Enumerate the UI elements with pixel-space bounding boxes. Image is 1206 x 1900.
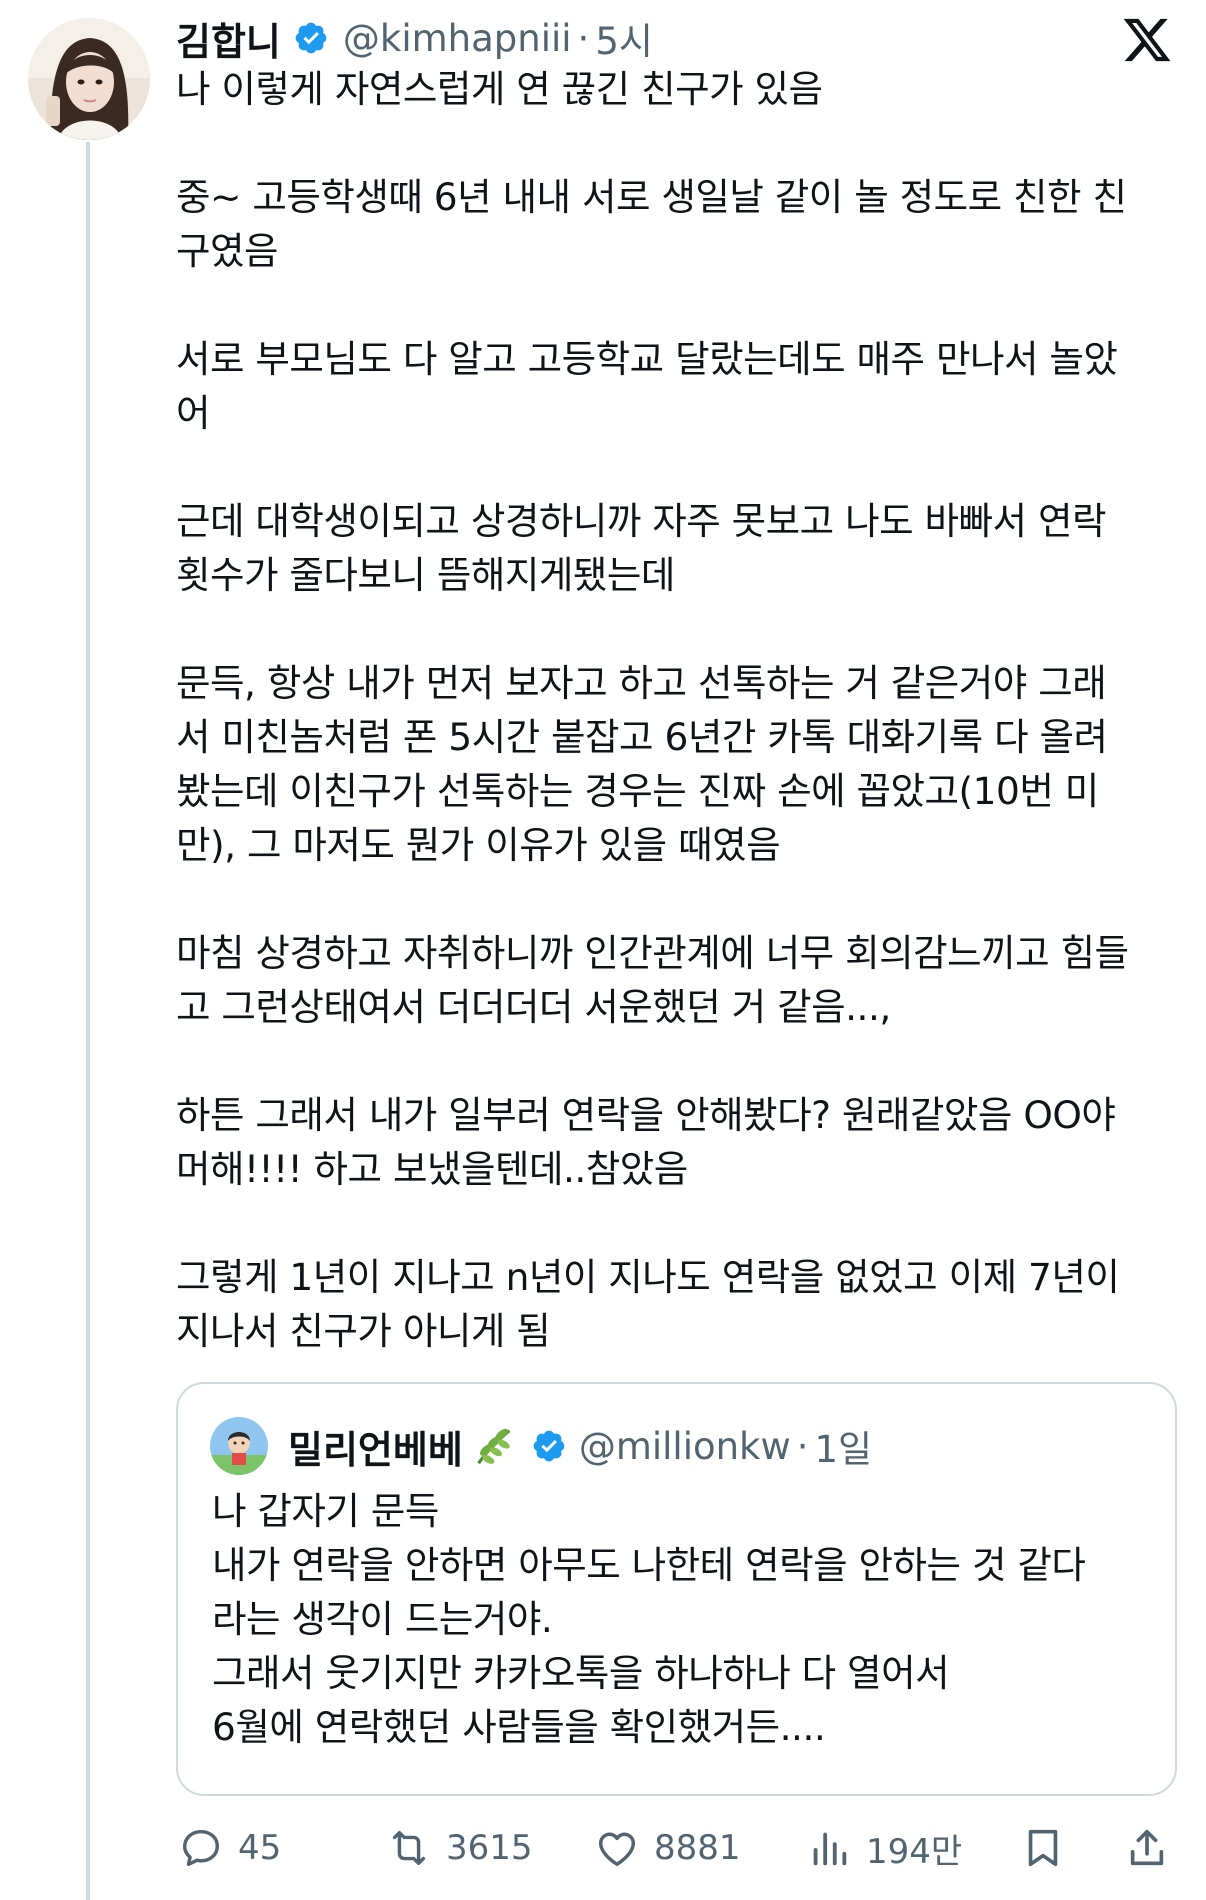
leaf-icon: [477, 1428, 511, 1465]
like-count: 8881: [654, 1828, 741, 1868]
bookmark-icon: [1028, 1829, 1058, 1867]
views-button[interactable]: 194만: [806, 1820, 962, 1876]
bookmark-button[interactable]: [1020, 1820, 1066, 1876]
tweet-paragraph: 하튼 그래서 내가 일부러 연락을 안해봤다? 원래같았음 OO야 머해!!!!…: [176, 1093, 1116, 1191]
verified-badge-icon: [295, 22, 327, 54]
author-handle[interactable]: @kimhapniii: [343, 17, 572, 60]
tweet-paragraph: 그렇게 1년이 지나고 n년이 지나도 연락을 없었고 이제 7년이 지나서 친…: [176, 1255, 1120, 1353]
repost-button[interactable]: 3615: [386, 1820, 533, 1876]
reply-icon: [182, 1829, 220, 1867]
action-bar: 45 3615 8881 194만: [170, 1820, 1180, 1876]
share-icon: [1130, 1829, 1164, 1866]
views-count: 194만: [866, 1831, 963, 1872]
separator-dot: ·: [796, 1424, 809, 1468]
quoted-tweet-header: 밀리언베베 @millionkw · 1일: [210, 1416, 872, 1476]
thread-line: [86, 142, 90, 1900]
reply-button[interactable]: 45: [178, 1820, 281, 1876]
tweet-time[interactable]: 5시: [595, 11, 653, 65]
repost-count: 3615: [446, 1828, 533, 1868]
views-icon: [813, 1832, 847, 1866]
author-display-name[interactable]: 김합니: [176, 11, 281, 66]
tweet-paragraph: 서로 부모님도 다 알고 고등학교 달랐는데도 매주 만나서 놀았 어: [176, 337, 1118, 435]
repost-icon: [392, 1830, 426, 1866]
like-icon: [598, 1832, 636, 1867]
separator-dot: ·: [577, 16, 590, 60]
quoted-display-name[interactable]: 밀리언베베: [288, 1419, 463, 1474]
tweet-body: 나 이렇게 자연스럽게 연 끊긴 친구가 있음 중~ 고등학생때 6년 내내 서…: [176, 62, 1186, 1358]
tweet-paragraph: 중~ 고등학생때 6년 내내 서로 생일날 같이 놀 정도로 친한 친 구였음: [176, 175, 1127, 273]
quoted-handle[interactable]: @millionkw: [579, 1425, 791, 1468]
reply-count: 45: [238, 1828, 282, 1868]
like-button[interactable]: 8881: [594, 1820, 741, 1876]
verified-badge-icon: [533, 1430, 565, 1462]
share-button[interactable]: [1124, 1820, 1170, 1876]
x-logo-icon[interactable]: [1120, 14, 1174, 66]
tweet-paragraph: 근데 대학생이되고 상경하니까 자주 못보고 나도 바빠서 연락 횟수가 줄다보…: [176, 499, 1106, 597]
quoted-tweet[interactable]: 밀리언베베 @millionkw · 1일 나 갑자기 문득 내가 연락을 안하…: [176, 1382, 1177, 1796]
quoted-tweet-text: 나 갑자기 문득 내가 연락을 안하면 아무도 나한테 연락을 안하는 것 같다…: [212, 1489, 1086, 1749]
tweet-paragraph: 문득, 항상 내가 먼저 보자고 하고 선톡하는 거 같은거야 그래 서 미친놈…: [176, 661, 1108, 867]
tweet-header: 김합니 @kimhapniii · 5시: [176, 12, 653, 64]
quoted-author-avatar[interactable]: [210, 1417, 268, 1475]
quoted-time[interactable]: 1일: [815, 1419, 873, 1473]
author-avatar[interactable]: [28, 18, 150, 140]
tweet-paragraph: 마침 상경하고 자취하니까 인간관계에 너무 회의감느끼고 힘들 고 그런상태여…: [176, 931, 1129, 1029]
tweet-paragraph: 나 이렇게 자연스럽게 연 끊긴 친구가 있음: [176, 67, 823, 111]
